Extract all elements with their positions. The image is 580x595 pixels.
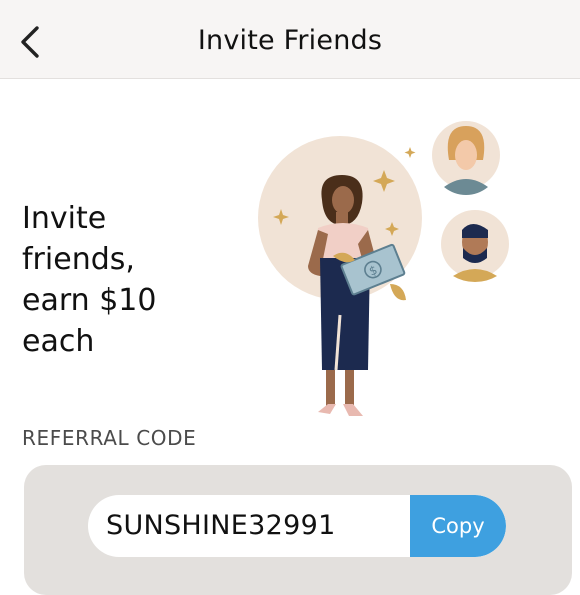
sparkle-icon xyxy=(404,147,416,158)
page-title: Invite Friends xyxy=(197,25,383,56)
promo-line: earn $10 xyxy=(22,283,157,318)
promo-line: Invite xyxy=(22,201,107,236)
referral-code-value[interactable]: SUNSHINE32991 xyxy=(106,510,336,541)
app-header: Invite Friends xyxy=(0,0,580,79)
referral-code-label: REFERRAL CODE xyxy=(22,426,197,450)
referral-code-field[interactable]: SUNSHINE32991 Copy xyxy=(88,495,506,557)
promo-line: friends, xyxy=(22,242,135,277)
promo-headline: Invite friends, earn $10 each xyxy=(22,198,222,362)
copy-button[interactable]: Copy xyxy=(410,495,506,557)
promo-line: each xyxy=(22,324,95,359)
friend-avatar xyxy=(432,121,500,195)
friend-avatar xyxy=(441,210,509,282)
invite-illustration: $ xyxy=(258,121,509,416)
